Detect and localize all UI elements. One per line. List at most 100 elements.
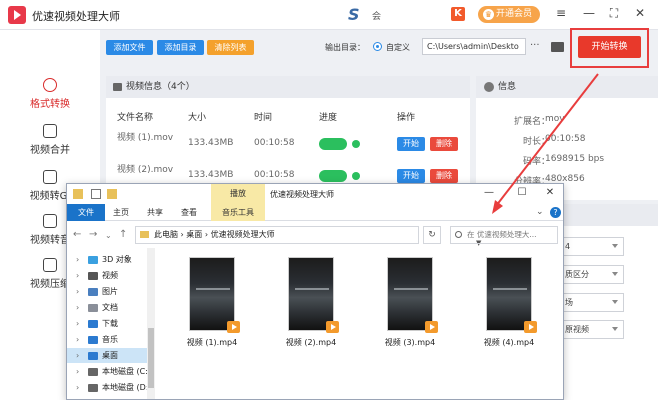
tree-item[interactable]: › 3D 对象 bbox=[67, 252, 147, 267]
expand-icon[interactable]: › bbox=[76, 380, 79, 395]
close-icon[interactable]: ✕ bbox=[632, 6, 648, 20]
tree-item[interactable]: › 视频 bbox=[67, 268, 147, 283]
forward-icon[interactable]: → bbox=[89, 229, 97, 240]
custom-radio[interactable] bbox=[373, 42, 382, 51]
crown-icon: ♛ bbox=[483, 9, 494, 20]
file-size: 133.43MB bbox=[188, 138, 234, 148]
file-size: 133.43MB bbox=[188, 170, 234, 180]
row-delete-button[interactable]: 删除 bbox=[430, 169, 458, 183]
refresh-icon[interactable]: ↻ bbox=[423, 226, 441, 244]
k-icon[interactable]: K bbox=[451, 7, 465, 21]
chevron-down-icon[interactable]: ⌄ bbox=[536, 207, 544, 217]
tree-item[interactable]: › 文档 bbox=[67, 300, 147, 315]
video-list-panel: 视频信息（4个） 文件名称 大小 时间 进度 操作 视频 (1).mov 133… bbox=[106, 76, 470, 186]
expand-icon[interactable]: › bbox=[76, 252, 79, 267]
address-bar[interactable]: 此电脑 › 桌面 › 优速视频处理大师 ▼ bbox=[135, 226, 481, 247]
row-start-button[interactable]: 开始 bbox=[397, 169, 425, 183]
folder-icon bbox=[73, 189, 83, 199]
expand-icon[interactable]: › bbox=[76, 332, 79, 347]
help-icon[interactable]: ? bbox=[550, 207, 561, 218]
progress-toggle[interactable] bbox=[319, 170, 347, 182]
minimize-icon[interactable]: — bbox=[482, 187, 496, 198]
nav-item-format-convert[interactable]: 格式转换 bbox=[0, 78, 100, 110]
tree-item[interactable]: › 图片 bbox=[67, 284, 147, 299]
file-label: 视频 (1).mp4 bbox=[186, 338, 238, 347]
video-thumbnail bbox=[189, 257, 240, 333]
tree-scrollbar[interactable] bbox=[147, 248, 155, 399]
maximize-icon[interactable]: ☐ bbox=[515, 187, 529, 198]
tree-item[interactable]: › 桌面 bbox=[67, 348, 147, 363]
breadcrumb-item[interactable]: 桌面 bbox=[186, 230, 202, 239]
settings-select[interactable]: 原视频 bbox=[560, 320, 624, 339]
nav-label: 格式转换 bbox=[30, 99, 70, 110]
tree-item[interactable]: › 音乐 bbox=[67, 332, 147, 347]
search-placeholder: 在 优速视频处理大... bbox=[467, 230, 537, 239]
breadcrumb-item[interactable]: 此电脑 bbox=[154, 230, 178, 239]
row-delete-button[interactable]: 删除 bbox=[430, 137, 458, 151]
file-item[interactable]: 视频 (2).mp4 bbox=[266, 257, 356, 348]
tree-item[interactable]: › 本地磁盘 (D: bbox=[67, 380, 147, 395]
clear-list-button[interactable]: 清除列表 bbox=[207, 40, 254, 55]
expand-icon[interactable]: › bbox=[76, 316, 79, 331]
row-start-button[interactable]: 开始 bbox=[397, 137, 425, 151]
user-name[interactable]: 会 bbox=[372, 9, 381, 22]
file-item[interactable]: 视频 (4).mp4 bbox=[464, 257, 554, 348]
breadcrumb-item[interactable]: 优速视频处理大师 bbox=[211, 230, 275, 239]
vip-button[interactable]: ♛ 开通会员 bbox=[478, 6, 540, 23]
folder-icon bbox=[88, 288, 98, 296]
col-filename: 文件名称 bbox=[117, 113, 154, 123]
file-item[interactable]: 视频 (3).mp4 bbox=[365, 257, 455, 348]
play-context-tab[interactable]: 播放 bbox=[211, 184, 265, 204]
output-path-input[interactable]: C:\Users\admin\Deskto bbox=[422, 38, 526, 55]
expand-icon[interactable]: › bbox=[76, 396, 79, 399]
maximize-icon[interactable]: ⛶ bbox=[606, 6, 622, 21]
file-time: 00:10:58 bbox=[254, 170, 295, 180]
settings-select[interactable]: 4 bbox=[560, 237, 624, 256]
expand-icon[interactable]: › bbox=[76, 364, 79, 379]
table-row[interactable]: 视频 (1).mov 133.43MB 00:10:58 开始 删除 bbox=[106, 128, 470, 160]
custom-radio-label[interactable]: 自定义 bbox=[386, 42, 410, 53]
progress-toggle[interactable] bbox=[319, 138, 347, 150]
check-icon bbox=[352, 172, 360, 180]
folder-icon[interactable] bbox=[551, 42, 564, 52]
tab-music-tools[interactable]: 音乐工具 bbox=[211, 204, 265, 221]
video-thumbnail bbox=[288, 257, 339, 333]
tree-item[interactable]: › 本地磁盘 (C: bbox=[67, 364, 147, 379]
more-button[interactable]: ··· bbox=[530, 40, 540, 51]
close-icon[interactable]: ✕ bbox=[543, 187, 557, 198]
back-icon[interactable]: ← bbox=[73, 229, 81, 240]
tab-view[interactable]: 查看 bbox=[175, 204, 203, 221]
new-folder-icon[interactable] bbox=[107, 189, 117, 199]
settings-select[interactable]: 质区分 bbox=[560, 265, 624, 284]
search-input[interactable]: 在 优速视频处理大... bbox=[450, 226, 558, 244]
properties-icon[interactable] bbox=[91, 189, 101, 199]
expand-icon[interactable]: › bbox=[76, 268, 79, 283]
ribbon-tabs: 文件 主页 共享 查看 音乐工具 ⌄ ? bbox=[67, 204, 563, 221]
scrollbar-thumb[interactable] bbox=[148, 328, 154, 388]
expand-icon[interactable]: › bbox=[76, 300, 79, 315]
col-time: 时间 bbox=[254, 113, 273, 123]
tab-file[interactable]: 文件 bbox=[67, 204, 105, 221]
settings-select[interactable]: 场 bbox=[560, 293, 624, 312]
up-icon[interactable]: ↑ bbox=[119, 229, 127, 240]
folder-icon bbox=[140, 231, 149, 238]
start-convert-button[interactable]: 开始转换 bbox=[578, 36, 641, 58]
chevron-down-icon[interactable]: ⌄ bbox=[105, 231, 112, 240]
add-directory-button[interactable]: 添加目录 bbox=[157, 40, 204, 55]
expand-icon[interactable]: › bbox=[76, 348, 79, 363]
expand-icon[interactable]: › bbox=[76, 284, 79, 299]
minimize-icon[interactable]: — bbox=[581, 6, 597, 20]
tree-item-label: 本地磁盘 (E: bbox=[102, 396, 147, 399]
tree-item[interactable]: › 下载 bbox=[67, 316, 147, 331]
tab-share[interactable]: 共享 bbox=[141, 204, 169, 221]
tab-home[interactable]: 主页 bbox=[107, 204, 135, 221]
file-item[interactable]: 视频 (1).mp4 bbox=[167, 257, 257, 348]
tree-item-label: 图片 bbox=[102, 287, 118, 296]
add-file-button[interactable]: 添加文件 bbox=[106, 40, 153, 55]
info-value: 00:10:58 bbox=[545, 134, 586, 144]
info-key: 时长： bbox=[522, 137, 550, 147]
nav-item-video-merge[interactable]: 视频合并 bbox=[0, 124, 100, 156]
explorer-navbar: ← → ⌄ ↑ 此电脑 › 桌面 › 优速视频处理大师 ▼ ↻ 在 优速视频处理… bbox=[67, 223, 563, 247]
tree-item[interactable]: › 本地磁盘 (E: bbox=[67, 396, 147, 399]
menu-icon[interactable]: ≡ bbox=[553, 6, 569, 20]
